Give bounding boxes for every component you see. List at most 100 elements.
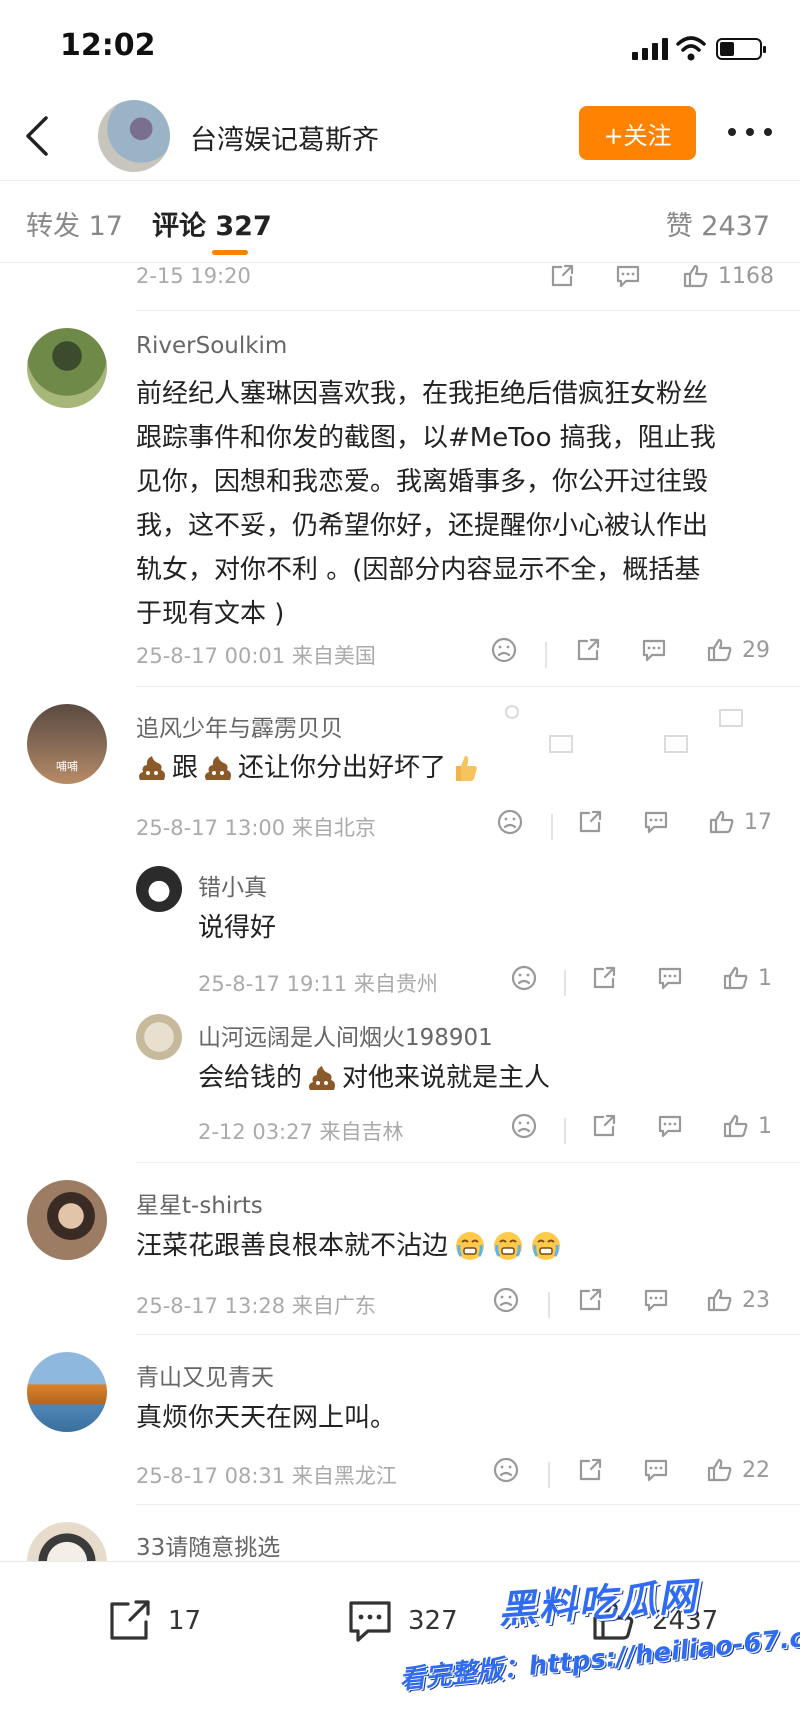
reply-icon[interactable] [656,1112,684,1140]
share-icon[interactable] [548,262,576,290]
comment-username[interactable]: 青山又见青天 [136,1358,274,1392]
poop-emoji-icon [306,1063,338,1093]
comment-meta: 25-8-17 08:31 来自黑龙江 [136,1460,397,1490]
share-icon[interactable] [590,964,618,992]
share-icon[interactable] [576,808,604,836]
comment-text-part: 还让你分出好坏了 [238,753,447,783]
comment-line: 于现有文本 ) [136,599,285,629]
reply-icon[interactable] [642,808,670,836]
row-divider [136,310,800,311]
like-button[interactable]: 1 [722,1112,772,1140]
share-icon[interactable] [574,636,602,664]
share-icon[interactable] [576,1286,604,1314]
avatar[interactable] [27,1180,107,1260]
comment-actions: 22 [492,1456,780,1490]
like-button[interactable]: 23 [706,1286,770,1314]
comment-text: 跟 还让你分出好坏了 [136,746,480,790]
comment-meta: 25-8-17 13:28 来自广东 [136,1290,376,1320]
reply-icon[interactable] [642,1286,670,1314]
dislike-icon[interactable] [490,636,518,664]
reply-text: 说得好 [198,913,277,943]
dislike-icon[interactable] [510,964,538,992]
battery-icon [716,38,766,60]
comment-username[interactable]: RiverSoulkim [136,333,287,359]
comment-line: 跟踪事件和你发的截图，以#MeToo 搞我，阻止我 [136,423,716,453]
reply-text-part: 对他来说就是主人 [342,1063,551,1093]
thumbs-up-icon [707,1458,732,1482]
like-button[interactable]: 29 [706,636,770,664]
comment-actions: 1168 [548,262,778,296]
comment-username[interactable]: 追风少年与霹雳贝贝 [136,709,343,743]
more-icon[interactable] [728,126,772,138]
comment-actions: 17 [496,808,780,842]
action-separator [545,642,547,668]
comment-line: 轨女，对你不利 。(因部分内容显示不全，概括基 [136,555,701,585]
dislike-icon[interactable] [510,1112,538,1140]
action-separator [548,1462,550,1488]
thumbs-up-icon [723,1114,748,1138]
avatar[interactable] [27,1352,107,1432]
tab-repost[interactable]: 转发 17 [26,204,123,243]
bottom-comment-count: 327 [408,1606,458,1636]
thumbs-up-icon [707,638,732,662]
row-divider [136,686,800,687]
comment-time: 2-15 19:20 [136,264,251,288]
share-icon[interactable] [590,1112,618,1140]
comment-actions: 29 [490,636,780,670]
comment-username[interactable]: 33请随意挑选 [136,1528,280,1562]
tab-bar: 转发 17 评论 327 赞 2437 [0,196,800,262]
like-count: 1 [758,1113,772,1139]
like-button[interactable]: 22 [706,1456,770,1484]
tab-active-indicator [212,250,248,255]
dislike-icon[interactable] [496,808,524,836]
like-button[interactable]: 17 [708,808,772,836]
nav-header: 台湾娱记葛斯齐 +关注 [0,96,800,180]
header-divider [0,180,800,181]
tab-comment[interactable]: 评论 327 [152,204,272,243]
dislike-icon[interactable] [492,1456,520,1484]
status-time: 12:02 [60,28,156,63]
avatar[interactable] [136,1014,182,1060]
tab-like[interactable]: 赞 2437 [666,204,770,243]
comment-time: 25-8-17 13:28 [136,1294,286,1318]
follow-button[interactable]: +关注 [579,106,696,160]
dislike-icon[interactable] [492,1286,520,1314]
action-separator [551,814,553,840]
reply-icon[interactable] [640,636,668,664]
back-icon[interactable] [18,114,58,158]
status-bar: 12:02 [0,0,800,96]
like-count: 1168 [718,263,774,289]
reply-icon[interactable] [642,1456,670,1484]
comment-location: 来自黑龙江 [291,1464,397,1488]
comment-username[interactable]: 星星t-shirts [136,1186,263,1220]
thumbs-up-icon [723,966,748,990]
reply-location: 来自吉林 [319,1120,404,1144]
like-button[interactable]: 1 [722,964,772,992]
author-name[interactable]: 台湾娱记葛斯齐 [190,118,379,157]
comment-text-part: 汪菜花跟善良根本就不沾边 [136,1231,449,1261]
avatar[interactable]: 哺哺 [27,704,107,784]
bottom-comment-button[interactable]: 327 [346,1598,458,1644]
reply-icon[interactable] [614,262,642,290]
like-count: 17 [744,809,772,835]
comment-time: 25-8-17 00:01 [136,644,286,668]
avatar[interactable] [136,866,182,912]
action-separator [548,1292,550,1318]
bottom-repost-button[interactable]: 17 [106,1598,201,1644]
author-avatar[interactable] [98,100,170,172]
avatar[interactable] [27,328,107,408]
comment-text-part: 跟 [172,753,199,783]
like-button[interactable]: 1168 [682,262,774,290]
reply-icon[interactable] [656,964,684,992]
action-separator [564,1118,566,1144]
comment-time: 25-8-17 08:31 [136,1464,286,1488]
reply-meta: 25-8-17 19:11 来自贵州 [198,968,438,998]
reply-username[interactable]: 山河远阔是人间烟火198901 [198,1018,493,1052]
thumbs-up-emoji-icon [450,752,480,784]
poop-emoji-icon [136,753,168,783]
reply-username[interactable]: 错小真 [198,868,267,902]
crying-face-emoji-icon [530,1230,562,1262]
wifi-icon [676,36,706,61]
share-icon[interactable] [576,1456,604,1484]
comment-location: 来自广东 [291,1294,376,1318]
